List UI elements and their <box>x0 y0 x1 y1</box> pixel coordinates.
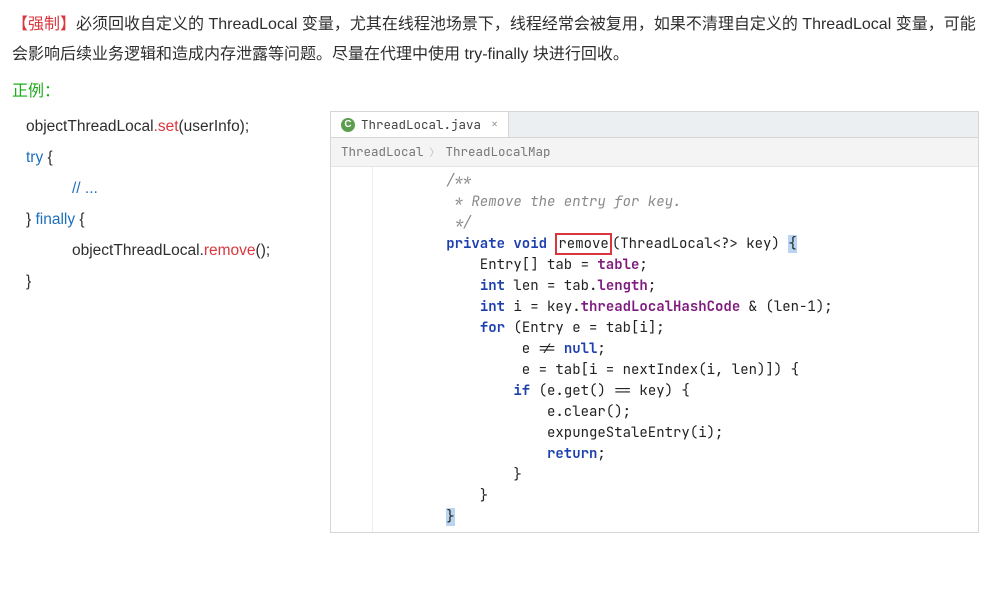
code-line: ; <box>648 277 656 295</box>
code-line: return <box>547 445 597 463</box>
code-line <box>379 382 513 400</box>
ide-code[interactable]: /** * Remove the entry for key. */ priva… <box>373 167 978 532</box>
close-icon[interactable]: × <box>491 113 498 136</box>
code-line: (e.get() == key) { <box>530 382 690 400</box>
ide-panel: C ThreadLocal.java × ThreadLocal 〉 Threa… <box>330 111 979 533</box>
brace-highlight: } <box>446 508 454 526</box>
code-line: table <box>597 256 639 274</box>
mandatory-tag: 【强制】 <box>12 16 76 33</box>
code-line: } <box>379 466 522 484</box>
code-line: ; <box>597 445 605 463</box>
code-line: if <box>513 382 530 400</box>
snippet-text: // ... <box>72 180 98 197</box>
snippet-text: } <box>26 273 31 290</box>
snippet-text: remove <box>204 242 256 259</box>
code-line: e.clear(); <box>379 403 631 421</box>
code-line: for <box>480 319 505 337</box>
ide-tabbar: C ThreadLocal.java × <box>331 112 978 138</box>
chevron-right-icon: 〉 <box>430 143 440 162</box>
code-line <box>379 508 446 526</box>
breadcrumb: ThreadLocal 〉 ThreadLocalMap <box>331 138 978 167</box>
highlighted-method: remove <box>555 233 611 255</box>
snippet-text: { <box>43 149 52 166</box>
code-line: ; <box>597 340 605 358</box>
snippet-text: { <box>75 211 84 228</box>
code-line: i = key. <box>505 298 581 316</box>
ide-gutter <box>331 167 373 532</box>
rule-body: 必须回收自定义的 ThreadLocal 变量，尤其在线程池场景下，线程经常会被… <box>12 16 976 63</box>
code-line: e = tab[i = nextIndex(i, len)]) { <box>379 361 799 379</box>
code-line: & (len-1); <box>740 298 832 316</box>
code-line: } <box>379 487 488 505</box>
code-line: * Remove the entry for key. <box>379 193 681 211</box>
snippet-text: .set <box>154 118 179 135</box>
code-line: Entry[] tab = <box>379 256 597 274</box>
snippet-text: finally <box>35 211 75 228</box>
code-line: null <box>564 340 598 358</box>
code-snippet: objectThreadLocal.set(userInfo); try { /… <box>12 111 322 297</box>
code-line: length <box>597 277 647 295</box>
code-line <box>379 298 480 316</box>
rule-paragraph: 【强制】必须回收自定义的 ThreadLocal 变量，尤其在线程池场景下，线程… <box>12 10 979 71</box>
code-line: int <box>480 277 505 295</box>
tab-label: ThreadLocal.java <box>361 113 481 137</box>
code-line: len = tab. <box>505 277 597 295</box>
code-line: */ <box>379 214 471 232</box>
code-line: e != <box>379 340 564 358</box>
code-line: threadLocalHashCode <box>581 298 741 316</box>
code-line: ; <box>639 256 647 274</box>
ide-body: /** * Remove the entry for key. */ priva… <box>331 167 978 532</box>
snippet-text: objectThreadLocal <box>26 118 154 135</box>
code-line: private void <box>446 235 555 253</box>
ide-tab[interactable]: C ThreadLocal.java × <box>331 112 509 137</box>
code-line <box>379 277 480 295</box>
breadcrumb-item[interactable]: ThreadLocalMap <box>446 140 551 164</box>
snippet-text: (userInfo); <box>179 118 250 135</box>
code-line: int <box>480 298 505 316</box>
snippet-text: (); <box>256 242 271 259</box>
snippet-text: objectThreadLocal. <box>72 242 204 259</box>
code-line <box>379 235 446 253</box>
code-line: (ThreadLocal<?> key) <box>612 235 788 253</box>
code-line <box>379 319 480 337</box>
code-line: /** <box>379 172 471 190</box>
code-line: (Entry e = tab[i]; <box>505 319 665 337</box>
brace-highlight: { <box>788 235 796 253</box>
breadcrumb-item[interactable]: ThreadLocal <box>341 140 424 164</box>
content-row: objectThreadLocal.set(userInfo); try { /… <box>12 111 979 533</box>
snippet-text: try <box>26 149 43 166</box>
class-icon: C <box>341 118 355 132</box>
code-line: expungeStaleEntry(i); <box>379 424 723 442</box>
example-label: 正例： <box>12 77 979 107</box>
code-line <box>379 445 547 463</box>
